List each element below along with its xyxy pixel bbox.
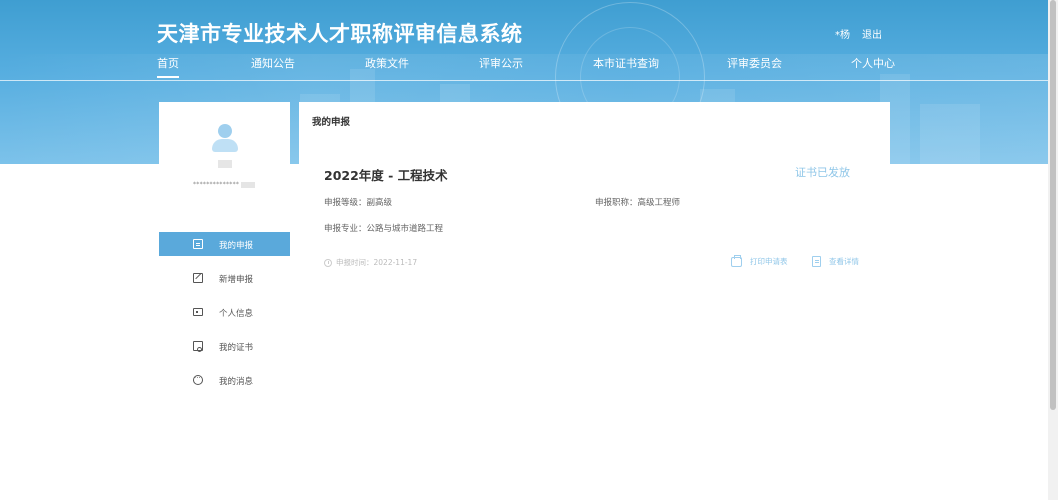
sidebar-item-label: 新增申报	[219, 275, 254, 285]
user-area: *杨 退出	[835, 26, 882, 41]
application-level: 申报等级：副高级	[324, 198, 393, 208]
details-icon	[812, 256, 821, 267]
details-label: 查看详情	[829, 257, 859, 266]
logout-link[interactable]: 退出	[862, 26, 882, 41]
nav-review-publicity[interactable]: 评审公示	[479, 55, 523, 71]
edit-icon	[193, 273, 203, 283]
sidebar-item-label: 个人信息	[219, 309, 254, 319]
application-position: 申报职称：高级工程师	[595, 198, 681, 208]
profile-id-text: **************	[193, 181, 240, 188]
sidebar-item-my-certificates[interactable]: 我的证书	[159, 334, 290, 358]
sidebar-item-personal-info[interactable]: 个人信息	[159, 300, 290, 324]
main-content: 我的申报 2022年度 - 工程技术 证书已发放 申报等级：副高级 申报职称：高…	[299, 102, 890, 332]
message-icon	[193, 373, 203, 385]
application-title: 2022年度 - 工程技术	[324, 168, 448, 183]
certificate-icon	[193, 341, 203, 352]
sidebar-item-label: 我的证书	[219, 343, 254, 353]
sidebar-item-new-application[interactable]: 新增申报	[159, 266, 290, 290]
section-title: 我的申报	[312, 117, 351, 128]
sidebar: ************** 我的申报 新增申报 个人信息 我的证书 我的消息	[159, 102, 290, 402]
page-scrollbar[interactable]	[1048, 0, 1058, 500]
site-title: 天津市专业技术人才职称评审信息系统	[157, 22, 523, 46]
sidebar-item-label: 我的申报	[219, 241, 254, 251]
id-card-icon	[193, 308, 203, 316]
print-application-button[interactable]: 打印申请表	[731, 254, 788, 267]
sidebar-item-my-messages[interactable]: 我的消息	[159, 368, 290, 392]
printer-icon	[731, 254, 742, 267]
application-time: 申报时间：2022-11-17	[324, 257, 417, 268]
nav-personal-center[interactable]: 个人中心	[851, 55, 895, 71]
main-nav: 首页 通知公告 政策文件 评审公示 本市证书查询 评审委员会 个人中心	[157, 55, 895, 80]
sidebar-menu: 我的申报 新增申报 个人信息 我的证书 我的消息	[159, 232, 290, 402]
nav-review-committee[interactable]: 评审委员会	[727, 55, 782, 71]
print-label: 打印申请表	[750, 257, 788, 266]
status-badge: 证书已发放	[795, 166, 850, 179]
application-time-text: 申报时间：2022-11-17	[336, 258, 418, 267]
nav-notices[interactable]: 通知公告	[251, 55, 295, 71]
profile-id: **************	[193, 181, 256, 188]
application-specialty: 申报专业：公路与城市道路工程	[324, 224, 444, 234]
user-name[interactable]: *杨	[835, 26, 850, 41]
clock-icon	[324, 258, 332, 267]
scrollbar-thumb[interactable]	[1050, 0, 1056, 410]
avatar-icon	[212, 124, 238, 152]
profile-card: **************	[159, 102, 290, 198]
nav-certificate-query[interactable]: 本市证书查询	[593, 55, 659, 71]
nav-home[interactable]: 首页	[157, 55, 179, 78]
nav-policies[interactable]: 政策文件	[365, 55, 409, 71]
profile-name-masked	[218, 160, 232, 168]
nav-divider	[0, 80, 1048, 81]
sidebar-item-my-applications[interactable]: 我的申报	[159, 232, 290, 256]
view-details-button[interactable]: 查看详情	[812, 256, 859, 267]
document-icon	[193, 239, 203, 249]
sidebar-item-label: 我的消息	[219, 377, 254, 387]
